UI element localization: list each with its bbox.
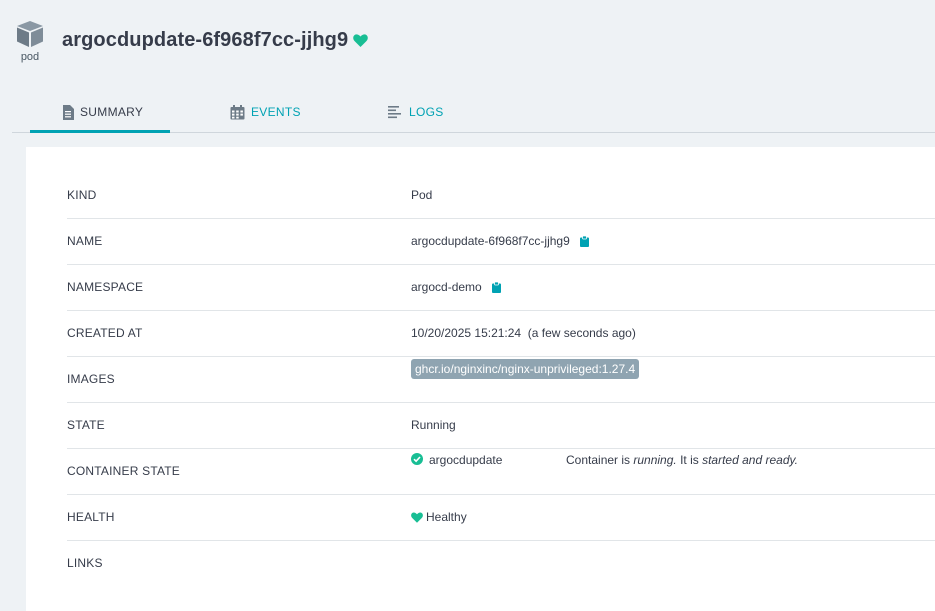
tab-events[interactable]: EVENTS xyxy=(230,92,301,132)
row-key: NAME xyxy=(67,234,103,248)
row-key: IMAGES xyxy=(67,372,115,386)
title-row: argocdupdate-6f968f7cc-jjhg9 xyxy=(62,29,368,52)
tab-summary[interactable]: SUMMARY xyxy=(30,92,170,133)
container-status-message: Container is running. It is started and … xyxy=(566,453,798,467)
row-created-at: CREATED AT 10/20/2025 15:21:24 (a few se… xyxy=(67,310,935,357)
tab-summary-label: SUMMARY xyxy=(80,105,144,119)
cube-icon xyxy=(14,20,46,48)
tab-events-label: EVENTS xyxy=(251,105,301,119)
tab-logs-label: LOGS xyxy=(409,105,444,119)
row-value: argocdupdate Container is running. It is… xyxy=(411,448,798,494)
msg-prefix: Container is xyxy=(566,453,634,467)
name-value: argocdupdate-6f968f7cc-jjhg9 xyxy=(411,234,570,248)
row-container-state: CONTAINER STATE argocdupdate Container i… xyxy=(67,448,935,495)
clipboard-icon[interactable] xyxy=(579,235,589,247)
image-tag: ghcr.io/nginxinc/nginx-unprivileged:1.27… xyxy=(411,359,640,379)
msg-state: running. xyxy=(633,453,677,467)
summary-panel: KIND Pod NAME argocdupdate-6f968f7cc-jjh… xyxy=(26,147,935,611)
lines-icon xyxy=(388,105,403,119)
namespace-value: argocd-demo xyxy=(411,280,482,294)
heart-icon xyxy=(353,34,368,47)
row-health: HEALTH Healthy xyxy=(67,494,935,541)
msg-mid: It is xyxy=(676,453,703,467)
row-state: STATE Running xyxy=(67,402,935,449)
page-title: argocdupdate-6f968f7cc-jjhg9 xyxy=(62,29,349,51)
active-tab-indicator xyxy=(30,130,170,133)
resource-header: pod argocdupdate-6f968f7cc-jjhg9 xyxy=(0,0,935,90)
container-name: argocdupdate xyxy=(429,453,503,467)
row-name: NAME argocdupdate-6f968f7cc-jjhg9 xyxy=(67,218,935,265)
tab-logs[interactable]: LOGS xyxy=(388,92,444,132)
row-kind: KIND Pod xyxy=(67,172,935,219)
row-key: KIND xyxy=(67,188,97,202)
row-value: Pod xyxy=(411,188,433,202)
row-links: LINKS xyxy=(67,540,935,586)
msg-detail: started and ready. xyxy=(702,453,798,467)
row-key: CONTAINER STATE xyxy=(67,464,181,478)
check-circle-icon xyxy=(411,453,423,465)
row-images: IMAGES ghcr.io/nginxinc/nginx-unprivileg… xyxy=(67,356,935,403)
clipboard-icon[interactable] xyxy=(491,281,501,293)
calendar-icon xyxy=(230,104,245,120)
row-key: CREATED AT xyxy=(67,326,143,340)
kind-label: pod xyxy=(20,51,40,63)
row-key: NAMESPACE xyxy=(67,280,144,294)
row-namespace: NAMESPACE argocd-demo xyxy=(67,264,935,311)
row-value: argocdupdate-6f968f7cc-jjhg9 xyxy=(411,218,589,264)
document-icon xyxy=(62,104,74,120)
row-key: LINKS xyxy=(67,556,103,570)
row-value: Running xyxy=(411,418,456,432)
row-key: HEALTH xyxy=(67,510,115,524)
row-value: argocd-demo xyxy=(411,264,501,310)
row-value: ghcr.io/nginxinc/nginx-unprivileged:1.27… xyxy=(411,356,640,402)
row-value: 10/20/2025 15:21:24 (a few seconds ago) xyxy=(411,326,636,340)
row-key: STATE xyxy=(67,418,105,432)
row-value: Healthy xyxy=(411,494,467,540)
tab-bar: SUMMARY EVENTS LOGS xyxy=(12,92,935,133)
resource-kind: pod xyxy=(14,20,46,63)
health-value: Healthy xyxy=(426,510,467,524)
heart-icon xyxy=(411,512,423,523)
